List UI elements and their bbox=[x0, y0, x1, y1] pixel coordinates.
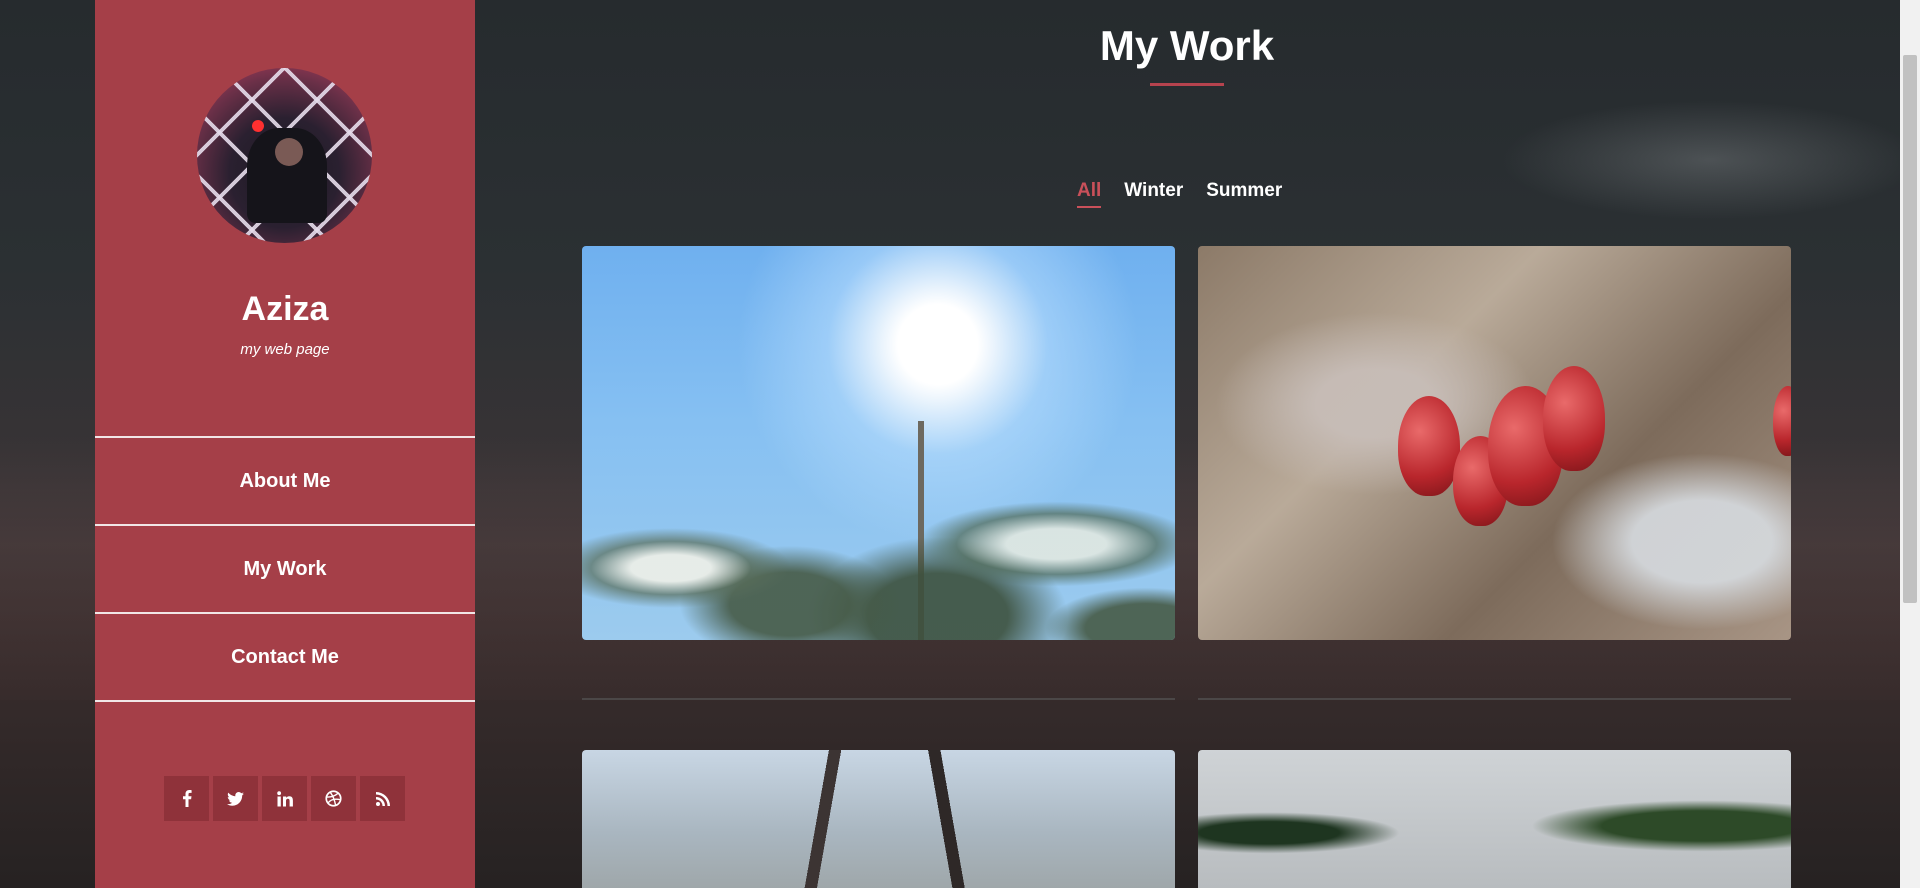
dribbble-icon[interactable] bbox=[311, 776, 356, 821]
gallery-divider bbox=[1198, 698, 1791, 700]
profile-name: Aziza bbox=[241, 290, 329, 328]
page-title: My Work bbox=[1099, 22, 1275, 69]
scrollbar[interactable] bbox=[1900, 0, 1920, 888]
nav-item-contact-me[interactable]: Contact Me bbox=[95, 612, 475, 702]
photo-berry bbox=[1773, 386, 1791, 456]
avatar-light bbox=[252, 120, 264, 132]
portfolio-photo-blossom-sun[interactable] bbox=[582, 246, 1175, 640]
background-cloud bbox=[1500, 100, 1920, 220]
scrollbar-thumb[interactable] bbox=[1903, 55, 1917, 603]
profile-subtitle: my web page bbox=[240, 341, 330, 358]
nav-item-about-me[interactable]: About Me bbox=[95, 436, 475, 524]
filter-winter[interactable]: Winter bbox=[1124, 180, 1183, 208]
avatar-face bbox=[275, 138, 303, 166]
portfolio-photo-frosted-berries[interactable] bbox=[1198, 246, 1791, 640]
sidebar: Aziza my web page About Me My Work Conta… bbox=[95, 0, 475, 888]
title-underline bbox=[1150, 83, 1224, 86]
twitter-icon[interactable] bbox=[213, 776, 258, 821]
photo-blossom-trees bbox=[582, 400, 1175, 640]
linkedin-icon[interactable] bbox=[262, 776, 307, 821]
photo-berry bbox=[1398, 396, 1460, 496]
portfolio-filters: All Winter Summer bbox=[1077, 180, 1282, 208]
facebook-icon[interactable] bbox=[164, 776, 209, 821]
rss-icon[interactable] bbox=[360, 776, 405, 821]
filter-all[interactable]: All bbox=[1077, 180, 1102, 208]
portfolio-photo-green-trees[interactable] bbox=[1198, 750, 1791, 888]
nav-item-my-work[interactable]: My Work bbox=[95, 524, 475, 612]
filter-summer[interactable]: Summer bbox=[1206, 180, 1282, 208]
sidebar-nav: About Me My Work Contact Me bbox=[95, 436, 475, 702]
gallery-divider bbox=[582, 698, 1175, 700]
portfolio-photo-frosted-branches[interactable] bbox=[582, 750, 1175, 888]
social-links bbox=[164, 776, 405, 821]
photo-berry bbox=[1543, 366, 1605, 471]
avatar bbox=[197, 68, 372, 243]
